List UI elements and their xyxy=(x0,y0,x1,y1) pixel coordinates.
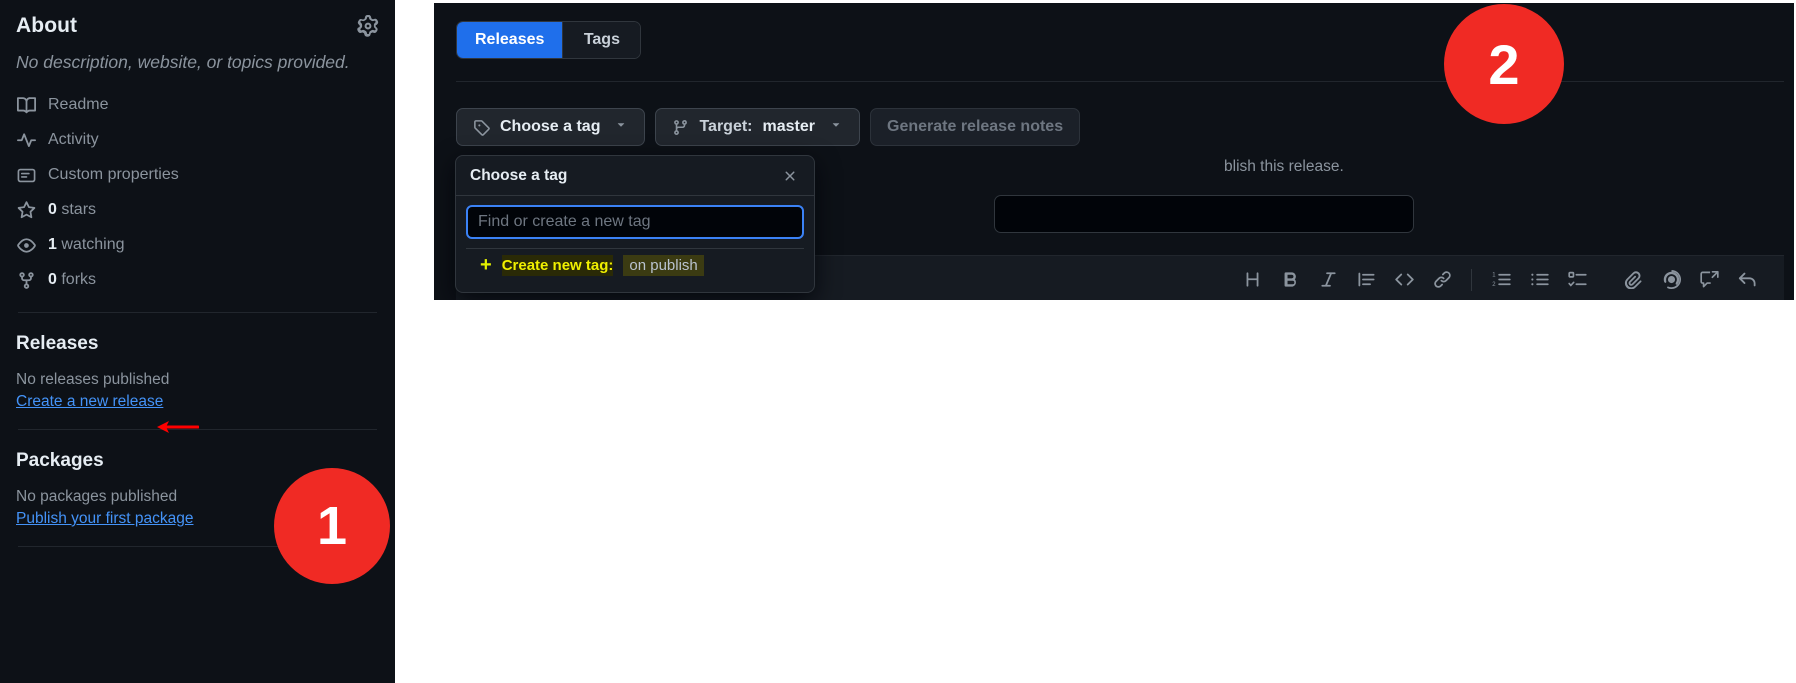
link-icon[interactable] xyxy=(1423,261,1461,299)
star-icon xyxy=(16,200,36,220)
new-release-panel: Releases Tags Choose a tag Target: maste… xyxy=(432,0,1796,302)
about-meta-label: 1 watching xyxy=(48,236,125,254)
toolbar-separator xyxy=(1471,268,1472,291)
chevron-down-icon xyxy=(829,118,843,137)
tab-releases[interactable]: Releases xyxy=(457,22,563,58)
stars-label: stars xyxy=(61,201,97,219)
about-meta-list: Readme Activity Custom properties 0 star… xyxy=(16,88,379,298)
create-new-tag-label: Create new tag: xyxy=(501,254,614,276)
about-description: No description, website, or topics provi… xyxy=(16,52,350,72)
saved-reply-icon[interactable] xyxy=(1690,261,1728,299)
code-icon[interactable] xyxy=(1385,261,1423,299)
annotation-badge-1: 1 xyxy=(274,468,390,584)
about-meta-label: 0 forks xyxy=(48,271,96,289)
mention-icon[interactable] xyxy=(1652,261,1690,299)
target-branch-button[interactable]: Target: master xyxy=(655,108,860,146)
choose-a-tag-button[interactable]: Choose a tag xyxy=(456,108,646,146)
about-meta-custom-properties[interactable]: Custom properties xyxy=(16,158,379,193)
about-meta-stars[interactable]: 0 stars xyxy=(16,193,379,228)
popover-header: Choose a tag xyxy=(456,156,814,196)
generate-release-notes-button[interactable]: Generate release notes xyxy=(870,108,1081,146)
annotation-arrow xyxy=(157,421,199,433)
gear-icon[interactable] xyxy=(357,15,379,37)
properties-icon xyxy=(16,165,36,185)
pulse-icon xyxy=(16,130,36,150)
about-meta-watching[interactable]: 1 watching xyxy=(16,228,379,263)
publish-first-package-link[interactable]: Publish your first package xyxy=(16,510,193,528)
screenshot-root: About No description, website, or topics… xyxy=(0,0,1796,683)
divider xyxy=(18,311,377,313)
create-new-release-link[interactable]: Create a new release xyxy=(16,393,163,411)
tab-tags[interactable]: Tags xyxy=(562,22,641,58)
chevron-down-icon xyxy=(614,118,628,137)
release-tabs: Releases Tags xyxy=(456,21,642,59)
quote-icon[interactable] xyxy=(1347,261,1385,299)
italic-icon[interactable] xyxy=(1309,261,1347,299)
watching-label: watching xyxy=(61,236,125,254)
plus-icon: + xyxy=(480,254,492,276)
unordered-list-icon[interactable] xyxy=(1520,261,1558,299)
about-meta-label: 0 stars xyxy=(48,201,96,219)
panel-divider xyxy=(456,81,1784,82)
target-value: master xyxy=(762,118,815,135)
forks-label: forks xyxy=(61,271,97,289)
choose-a-tag-label: Choose a tag xyxy=(500,118,601,135)
heading-icon[interactable] xyxy=(1233,261,1271,299)
book-icon xyxy=(16,95,36,115)
watching-count: 1 xyxy=(48,236,57,254)
create-new-tag-value: on publish xyxy=(623,254,704,276)
stars-count: 0 xyxy=(48,201,57,219)
fork-icon xyxy=(16,270,36,290)
about-meta-readme[interactable]: Readme xyxy=(16,88,379,123)
attach-file-icon[interactable] xyxy=(1614,261,1652,299)
target-label: Target: xyxy=(699,118,753,135)
release-toolbar-row: Choose a tag Target: master Generate rel… xyxy=(456,108,1081,146)
annotation-badge-2: 2 xyxy=(1444,4,1564,124)
about-meta-label: Custom properties xyxy=(48,166,179,184)
svg-text:1: 1 xyxy=(1492,272,1495,278)
undo-icon[interactable] xyxy=(1728,261,1766,299)
popover-title: Choose a tag xyxy=(470,166,568,184)
publish-hint-text: blish this release. xyxy=(1224,158,1344,175)
git-branch-icon xyxy=(672,119,689,136)
about-title: About xyxy=(16,14,78,37)
eye-icon xyxy=(16,235,36,255)
svg-text:2: 2 xyxy=(1492,282,1495,288)
bold-icon[interactable] xyxy=(1271,261,1309,299)
popover-body: + Create new tag: on publish xyxy=(456,196,814,281)
about-meta-forks[interactable]: 0 forks xyxy=(16,263,379,298)
about-meta-label: Activity xyxy=(48,131,99,149)
release-title-input[interactable] xyxy=(994,195,1414,233)
tag-icon xyxy=(473,119,490,136)
close-icon[interactable] xyxy=(780,166,800,186)
choose-a-tag-popover: Choose a tag + Create new tag: on publis… xyxy=(455,155,815,293)
about-header: About xyxy=(16,0,379,40)
find-or-create-tag-input[interactable] xyxy=(466,205,804,239)
releases-empty-text: No releases published xyxy=(16,370,170,388)
releases-heading: Releases xyxy=(16,332,99,354)
task-list-icon[interactable] xyxy=(1558,261,1596,299)
ordered-list-icon[interactable]: 12 xyxy=(1482,261,1520,299)
create-new-tag-option[interactable]: + Create new tag: on publish xyxy=(466,249,804,281)
about-meta-label: Readme xyxy=(48,96,109,114)
about-meta-activity[interactable]: Activity xyxy=(16,123,379,158)
forks-count: 0 xyxy=(48,271,57,289)
